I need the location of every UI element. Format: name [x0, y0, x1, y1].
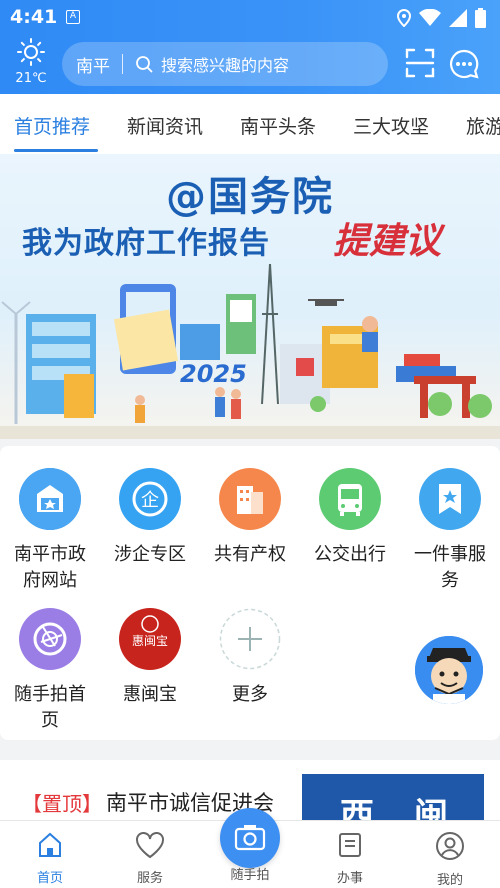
sun-icon: [17, 38, 45, 66]
wifi-icon: [419, 9, 441, 26]
one-thing-icon: [419, 468, 481, 530]
banner-year: 2025: [180, 360, 247, 388]
service-enterprise[interactable]: 企 涉企专区: [100, 468, 200, 568]
service-one-thing[interactable]: 一件事服务: [400, 468, 500, 594]
tab-three-battles[interactable]: 三大攻坚: [353, 112, 429, 139]
nav-label: 首页: [36, 871, 63, 886]
nav-profile[interactable]: 我的: [415, 831, 485, 888]
signal-icon: [449, 9, 467, 27]
city-selector[interactable]: 南平: [62, 52, 110, 77]
service-label: 随手拍首页: [14, 684, 86, 731]
gov-site-icon: [19, 468, 81, 530]
camera-shutter-icon: [19, 608, 81, 670]
property-icon: [219, 468, 281, 530]
snapshot-camera-button[interactable]: [220, 808, 280, 868]
news-thumbnail: 西 闽: [302, 774, 484, 826]
service-label: 涉企专区: [114, 544, 186, 565]
city-illustration: [0, 263, 500, 439]
tab-nanping-headlines[interactable]: 南平头条: [240, 112, 316, 139]
weather-temperature: 21℃: [15, 71, 47, 86]
pinned-tag: 【置顶】: [22, 792, 102, 816]
user-icon: [436, 832, 464, 860]
service-label: 公交出行: [314, 544, 386, 565]
banner-carousel[interactable]: @国务院 我为政府工作报告 提建议 2025: [0, 154, 500, 439]
location-icon: [397, 9, 411, 27]
tab-tourism[interactable]: 旅游: [466, 112, 500, 139]
service-label: 共有产权: [214, 544, 286, 565]
heart-icon: [136, 832, 164, 859]
nav-label: 我的: [436, 873, 463, 888]
service-label: 南平市政府网站: [14, 544, 86, 591]
service-label: 更多: [232, 684, 268, 705]
status-bar: 4:41 A: [0, 0, 500, 34]
nav-label: 办事: [336, 871, 363, 886]
banner-highlight: 提建议: [333, 221, 442, 262]
plus-icon: [219, 608, 281, 670]
nav-label: 服务: [136, 871, 163, 886]
tab-recommend[interactable]: 首页推荐: [14, 112, 90, 139]
services-grid: 南平市政府网站 企 涉企专区 共有产权 公交出行 一件事服务 随手拍首页 惠闽宝: [0, 446, 500, 740]
service-snapshot-home[interactable]: 随手拍首页: [0, 608, 100, 734]
svg-text:企: 企: [141, 490, 159, 511]
search-input[interactable]: 搜索感兴趣的内容: [161, 52, 289, 76]
huiminbao-icon: 惠闽宝: [119, 608, 181, 670]
nav-affairs[interactable]: 办事: [315, 831, 385, 886]
service-gov-site[interactable]: 南平市政府网站: [0, 468, 100, 594]
battery-icon: [475, 8, 486, 28]
service-more[interactable]: 更多: [200, 608, 300, 708]
nav-label: 随手拍: [230, 868, 270, 883]
service-huiminbao[interactable]: 惠闽宝 惠闽宝: [100, 608, 200, 708]
service-label: 一件事服务: [414, 544, 486, 591]
banner-subtitle: 我为政府工作报告: [22, 226, 270, 261]
search-bar[interactable]: 南平 搜索感兴趣的内容: [62, 42, 388, 86]
service-bus[interactable]: 公交出行: [300, 468, 400, 568]
enterprise-icon: 企: [119, 468, 181, 530]
weather-widget[interactable]: 21℃: [10, 38, 52, 86]
search-icon: [136, 56, 153, 73]
status-icons: [397, 7, 486, 29]
channel-tabs: 首页推荐 新闻资讯 南平头条 三大攻坚 旅游: [0, 94, 500, 154]
bus-icon: [319, 468, 381, 530]
home-icon: [39, 832, 61, 857]
service-label: 惠闽宝: [123, 684, 177, 705]
status-time: 4:41: [10, 6, 58, 28]
accessibility-icon: A: [66, 10, 80, 24]
document-icon: [339, 833, 361, 857]
nav-home[interactable]: 首页: [15, 831, 85, 886]
app-header: 4:41 A 21℃ 南平 搜索感兴趣的内容: [0, 0, 500, 94]
scan-icon[interactable]: [405, 48, 435, 78]
camera-icon: [234, 825, 266, 851]
search-divider: [122, 54, 123, 74]
active-tab-indicator: [14, 149, 98, 152]
tab-news[interactable]: 新闻资讯: [127, 112, 203, 139]
assistant-avatar[interactable]: [415, 636, 483, 704]
message-icon[interactable]: [448, 48, 480, 80]
nav-services[interactable]: 服务: [115, 831, 185, 886]
service-property[interactable]: 共有产权: [200, 468, 300, 568]
